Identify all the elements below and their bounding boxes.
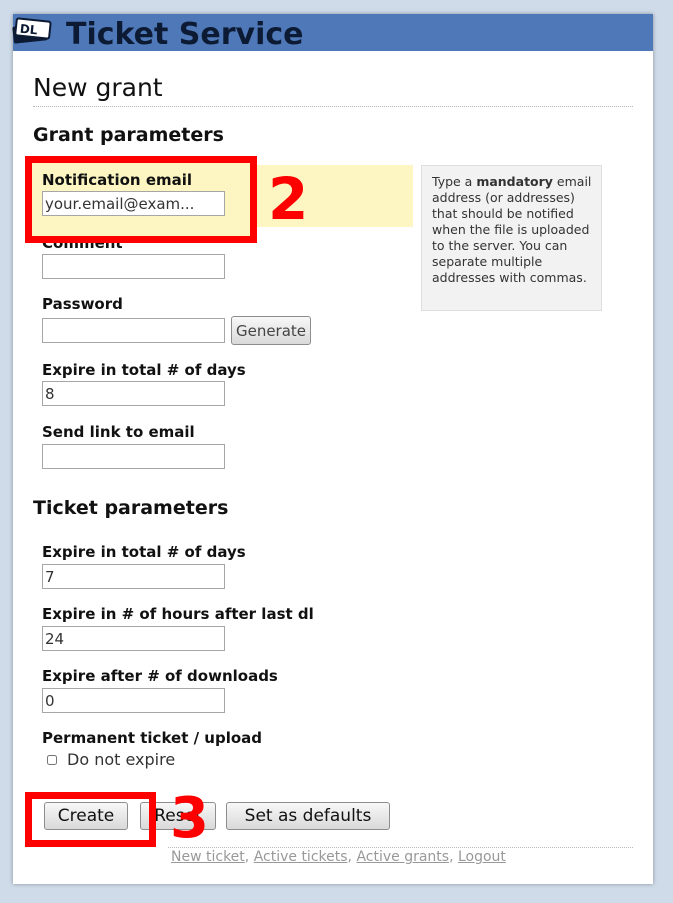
expire-downloads-input[interactable] bbox=[42, 688, 225, 713]
title-divider bbox=[33, 106, 633, 107]
app-title: Ticket Service bbox=[66, 17, 304, 52]
page-frame: DL Ticket Service New grant Grant parame… bbox=[12, 14, 653, 884]
ticket-expire-days-input[interactable] bbox=[42, 564, 225, 589]
svg-text:DL: DL bbox=[19, 22, 38, 38]
generate-button[interactable]: Generate bbox=[231, 316, 311, 345]
grant-expire-days-label: Expire in total # of days bbox=[42, 361, 246, 379]
help-text-before: Type a bbox=[432, 174, 477, 189]
footer-link-active-tickets[interactable]: Active tickets bbox=[254, 849, 348, 865]
ticket-section-title: Ticket parameters bbox=[33, 497, 229, 519]
send-link-input[interactable] bbox=[42, 444, 225, 469]
footer-separator: , bbox=[449, 849, 458, 865]
page-title: New grant bbox=[33, 73, 163, 102]
help-tooltip: Type a mandatory email address (or addre… bbox=[421, 165, 602, 311]
ticket-logo-icon: DL bbox=[12, 17, 52, 44]
footer-link-new-ticket[interactable]: New ticket bbox=[171, 849, 245, 865]
comment-input[interactable] bbox=[42, 254, 225, 279]
grant-expire-days-input[interactable] bbox=[42, 381, 225, 406]
notification-email-label: Notification email bbox=[42, 171, 193, 189]
do-not-expire-label: Do not expire bbox=[67, 750, 176, 769]
expire-hours-input[interactable] bbox=[42, 626, 225, 651]
do-not-expire-checkbox[interactable] bbox=[47, 755, 57, 765]
help-text-strong: mandatory bbox=[476, 174, 553, 189]
password-label: Password bbox=[42, 295, 123, 313]
send-link-label: Send link to email bbox=[42, 423, 195, 441]
ticket-expire-days-label: Expire in total # of days bbox=[42, 543, 246, 561]
annotation-number-2: 2 bbox=[268, 165, 309, 233]
footer-nav: New ticket, Active tickets, Active grant… bbox=[171, 848, 506, 866]
help-text-after: email address (or addresses) that should… bbox=[432, 174, 592, 285]
annotation-number-3: 3 bbox=[170, 786, 209, 851]
expire-downloads-label: Expire after # of downloads bbox=[42, 667, 278, 685]
grant-section-title: Grant parameters bbox=[33, 124, 224, 146]
set-defaults-button[interactable]: Set as defaults bbox=[226, 802, 390, 830]
notification-email-input[interactable] bbox=[42, 191, 225, 216]
footer-link-logout[interactable]: Logout bbox=[458, 849, 506, 865]
permanent-label: Permanent ticket / upload bbox=[42, 729, 263, 747]
expire-hours-label: Expire in # of hours after last dl bbox=[42, 605, 314, 623]
create-button[interactable]: Create bbox=[44, 802, 128, 830]
footer-separator: , bbox=[244, 849, 254, 865]
footer-link-active-grants[interactable]: Active grants bbox=[356, 849, 449, 865]
password-input[interactable] bbox=[42, 318, 225, 343]
header-bar: DL Ticket Service bbox=[12, 14, 653, 52]
